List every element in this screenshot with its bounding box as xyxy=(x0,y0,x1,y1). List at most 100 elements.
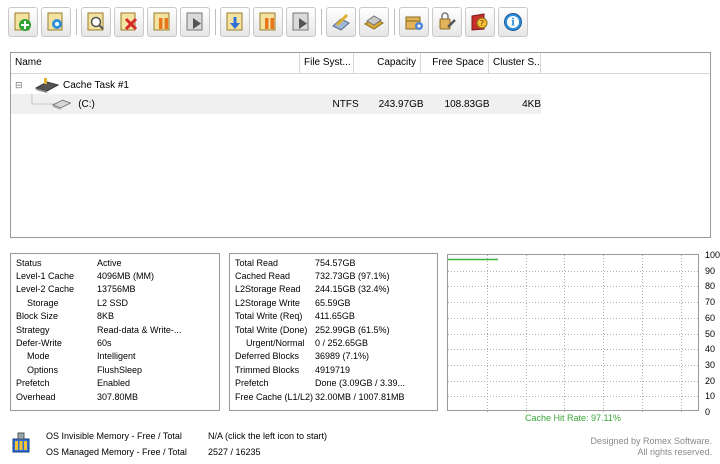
disk-cluster-size: 4KB xyxy=(522,98,541,110)
os-invisible-memory-value: N/A (click the left icon to start) xyxy=(208,431,328,441)
stat-row: Total Write (Req) 411.65GB xyxy=(235,310,437,323)
options-button[interactable] xyxy=(399,7,429,37)
tools-button[interactable] xyxy=(432,7,462,37)
field-label: Deferred Blocks xyxy=(235,351,300,362)
license-icon xyxy=(364,15,384,30)
resume-button[interactable] xyxy=(180,7,210,37)
field-label: L2Storage Read xyxy=(235,284,301,295)
field-label: Free Cache (L1/L2) xyxy=(235,391,314,402)
pause-all-button[interactable] xyxy=(253,7,283,37)
y-tick-label: 20 xyxy=(705,376,716,386)
download-icon xyxy=(226,12,243,31)
stat-row: Urgent/Normal 0 / 252.65GB xyxy=(235,336,437,349)
status-row: Block Size 8KB xyxy=(16,310,219,323)
field-value: L2 SSD xyxy=(97,297,129,308)
stat-row: Total Write (Done) 252.99GB (61.5%) xyxy=(235,323,437,336)
properties-icon xyxy=(87,12,104,31)
about-button[interactable]: i xyxy=(498,7,528,37)
edit-icon xyxy=(332,13,350,31)
status-row: Strategy Read-data & Write-... xyxy=(16,323,219,336)
y-tick-label: 0 xyxy=(705,407,711,417)
cache-task-icon xyxy=(35,78,59,93)
edit-button[interactable] xyxy=(326,7,356,37)
field-label: Strategy xyxy=(16,324,50,335)
cache-hit-rate-graph xyxy=(447,254,700,412)
stat-row: Deferred Blocks 36989 (7.1%) xyxy=(235,350,437,363)
cache-task-list[interactable]: Name File Syst... Capacity Free Space Cl… xyxy=(10,52,711,238)
field-value: Active xyxy=(97,257,122,268)
field-value: Done (3.09GB / 3.39... xyxy=(315,378,406,389)
stat-row: Cached Read 732.73GB (97.1%) xyxy=(235,269,437,282)
stat-row: Free Cache (L1/L2) 32.00MB / 1007.81MB xyxy=(235,390,437,403)
toolbar-separator xyxy=(76,9,77,35)
license-button[interactable] xyxy=(359,7,389,37)
toolbar-separator xyxy=(321,9,322,35)
field-value: 732.73GB (97.1%) xyxy=(315,271,390,282)
svg-text:i: i xyxy=(511,18,515,29)
disk-row[interactable]: (C:) NTFS 243.97GB 108.83GB 4KB xyxy=(11,94,541,114)
status-row: Options FlushSleep xyxy=(16,363,219,376)
field-label: Defer-Write xyxy=(16,338,62,349)
toolbar-separator xyxy=(215,9,216,35)
disk-file-system: NTFS xyxy=(332,98,359,110)
help-button[interactable]: ? xyxy=(465,7,495,37)
field-value: 244.15GB (32.4%) xyxy=(315,284,390,295)
field-value: 36989 (7.1%) xyxy=(315,351,370,362)
field-value: 307.80MB xyxy=(97,391,139,402)
pause-button[interactable] xyxy=(147,7,177,37)
toolbar: ? i xyxy=(8,6,531,38)
field-value: Intelligent xyxy=(97,351,136,362)
settings-icon xyxy=(47,12,63,31)
cache-hit-rate-label: Cache Hit Rate: 97.11% xyxy=(525,413,621,423)
flush-button[interactable] xyxy=(220,7,250,37)
stat-row: L2Storage Write 65.59GB xyxy=(235,296,437,309)
configure-button[interactable] xyxy=(41,7,71,37)
column-file-system[interactable]: File Syst... xyxy=(300,53,354,73)
add-cache-task-button[interactable] xyxy=(8,7,38,37)
pause-icon xyxy=(153,12,170,31)
credit-designer: Designed by Romex Software. xyxy=(590,436,712,446)
field-value: 4919719 xyxy=(315,364,351,375)
y-tick-label: 100 xyxy=(705,250,720,260)
status-row: Level-1 Cache 4096MB (MM) xyxy=(16,269,219,282)
column-header: Name File Syst... Capacity Free Space Cl… xyxy=(11,53,710,74)
collapse-toggle[interactable]: ⊟ xyxy=(15,80,29,91)
os-managed-memory-value: 2527 / 16235 xyxy=(208,447,261,457)
about-icon: i xyxy=(504,13,522,31)
stat-row: Prefetch Done (3.09GB / 3.39... xyxy=(235,377,437,390)
properties-button[interactable] xyxy=(81,7,111,37)
toolbar-separator xyxy=(394,9,395,35)
hard-disk-icon xyxy=(51,99,72,110)
delete-button[interactable] xyxy=(114,7,144,37)
column-capacity[interactable]: Capacity xyxy=(354,53,421,73)
status-row: Status Active xyxy=(16,256,219,269)
package-icon xyxy=(405,16,423,30)
field-value: 32.00MB / 1007.81MB xyxy=(315,391,405,402)
pause-all-icon xyxy=(259,12,276,31)
graph-canvas xyxy=(448,255,700,412)
memory-icon[interactable] xyxy=(12,431,30,453)
y-tick-label: 30 xyxy=(705,360,716,370)
column-cluster-size[interactable]: Cluster S... xyxy=(489,53,541,73)
y-tick-label: 80 xyxy=(705,281,716,291)
y-tick-label: 40 xyxy=(705,344,716,354)
status-row: Storage L2 SSD xyxy=(16,296,219,309)
column-free-space[interactable]: Free Space xyxy=(421,53,489,73)
column-name[interactable]: Name xyxy=(11,53,300,73)
field-value: 0 / 252.65GB xyxy=(315,338,369,349)
cache-task-row[interactable]: ⊟ Cache Task #1 xyxy=(15,75,129,95)
field-label: Prefetch xyxy=(16,378,50,389)
play-icon xyxy=(186,12,203,31)
field-label: Level-1 Cache xyxy=(16,271,75,282)
os-managed-memory-label: OS Managed Memory - Free / Total xyxy=(46,447,187,457)
status-row: Level-2 Cache 13756MB xyxy=(16,283,219,296)
field-label: Total Read xyxy=(235,257,279,268)
field-value: 252.99GB (61.5%) xyxy=(315,324,390,335)
stat-row: Trimmed Blocks 4919719 xyxy=(235,363,437,376)
field-value: 411.65GB xyxy=(315,311,355,322)
os-invisible-memory-label: OS Invisible Memory - Free / Total xyxy=(46,431,182,441)
field-label: Overhead xyxy=(16,391,56,402)
field-label: Total Write (Done) xyxy=(235,324,308,335)
credit-rights: All rights reserved. xyxy=(637,447,712,457)
resume-all-button[interactable] xyxy=(286,7,316,37)
